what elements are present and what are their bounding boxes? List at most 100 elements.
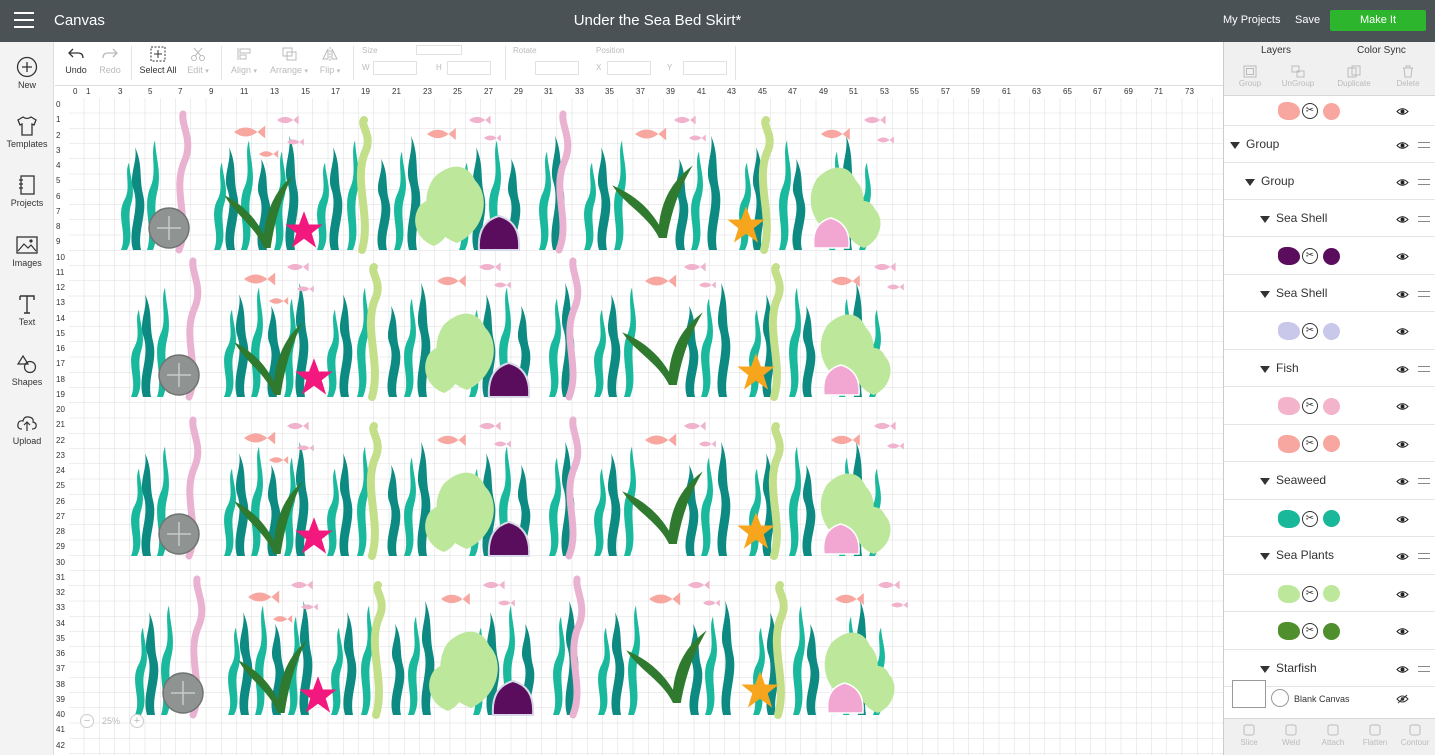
layer-item-row[interactable]: ✂ [1224,387,1435,425]
drag-handle-icon[interactable] [1418,665,1430,672]
layer-color-swatch[interactable] [1323,510,1340,527]
layer-item-row[interactable]: ✂ [1224,500,1435,537]
duplicate-button[interactable]: Duplicate [1332,65,1376,88]
sidebar-item-shapes[interactable]: Shapes [0,353,54,387]
collapse-triangle-icon[interactable] [1260,365,1270,373]
blank-canvas-color[interactable] [1271,689,1289,707]
collapse-triangle-icon[interactable] [1260,290,1270,298]
layer-color-swatch[interactable] [1323,322,1340,340]
layer-group-row[interactable]: Sea Shell [1224,200,1435,237]
eye-visible-icon[interactable] [1396,215,1409,224]
select-all-button[interactable]: Select All [137,46,179,75]
eye-visible-icon[interactable] [1396,440,1409,449]
eye-visible-icon[interactable] [1396,178,1409,187]
cut-operation-icon[interactable]: ✂ [1302,248,1318,264]
edit-dropdown[interactable]: Edit ▾ [183,46,213,75]
eye-visible-icon[interactable] [1396,477,1409,486]
arrange-dropdown[interactable]: Arrange ▾ [267,46,311,75]
cut-operation-icon[interactable]: ✂ [1302,510,1318,527]
tab-layers[interactable]: Layers [1261,45,1291,56]
collapse-triangle-icon[interactable] [1260,478,1270,485]
drag-handle-icon[interactable] [1418,178,1430,185]
width-input[interactable] [373,61,417,75]
cut-operation-icon[interactable]: ✂ [1302,585,1318,602]
align-dropdown[interactable]: Align ▾ [227,46,261,75]
my-projects-link[interactable]: My Projects [1223,14,1280,26]
eye-visible-icon[interactable] [1396,290,1409,299]
layer-group-row[interactable]: Group [1224,126,1435,163]
eye-visible-icon[interactable] [1396,665,1409,674]
eye-visible-icon[interactable] [1396,107,1409,116]
layer-color-swatch[interactable] [1323,435,1340,452]
collapse-triangle-icon[interactable] [1230,141,1240,149]
zoom-out-button[interactable]: − [80,714,94,728]
layer-item-row[interactable]: ✂ [1224,425,1435,462]
eye-visible-icon[interactable] [1396,515,1409,524]
eye-visible-icon[interactable] [1396,365,1409,374]
eye-visible-icon[interactable] [1396,402,1409,411]
layer-color-swatch[interactable] [1323,397,1340,415]
layer-group-row[interactable]: Fish [1224,350,1435,387]
sidebar-item-projects[interactable]: Projects [0,174,54,208]
drag-handle-icon[interactable] [1418,478,1430,484]
eye-visible-icon[interactable] [1396,590,1409,599]
rotate-input[interactable] [535,61,579,75]
lock-aspect-toggle[interactable] [416,45,462,55]
eye-visible-icon[interactable] [1396,627,1409,636]
eye-visible-icon[interactable] [1396,252,1409,261]
delete-button[interactable]: Delete [1388,65,1428,88]
height-input[interactable] [447,61,491,75]
redo-button[interactable]: Redo [95,46,125,75]
tool-flatten-button[interactable]: Flatten [1356,723,1394,747]
eye-hidden-icon[interactable] [1396,694,1409,704]
layer-group-row[interactable]: Seaweed [1224,462,1435,500]
collapse-triangle-icon[interactable] [1245,178,1255,186]
sidebar-item-templates[interactable]: Templates [0,115,54,149]
layer-group-row[interactable]: Sea Shell [1224,275,1435,312]
layer-item-row[interactable]: ✂ [1224,312,1435,350]
sidebar-item-new[interactable]: New [0,56,54,90]
tool-attach-button[interactable]: Attach [1314,723,1352,747]
layer-group-row[interactable]: Group [1224,163,1435,200]
layer-group-row[interactable]: Sea Plants [1224,537,1435,575]
x-position-input[interactable] [607,61,651,75]
layer-item-row[interactable]: ✂ [1224,237,1435,275]
make-it-button[interactable]: Make It [1330,10,1426,31]
layer-item-row[interactable]: ✂ [1224,575,1435,612]
collapse-triangle-icon[interactable] [1260,665,1270,673]
tool-contour-button[interactable]: Contour [1396,723,1434,747]
undo-button[interactable]: Undo [61,46,91,75]
eye-visible-icon[interactable] [1396,327,1409,336]
drag-handle-icon[interactable] [1418,365,1430,372]
zoom-in-button[interactable]: + [130,714,144,728]
layer-color-swatch[interactable] [1323,622,1340,640]
layer-color-swatch[interactable] [1323,102,1340,120]
tool-slice-button[interactable]: Slice [1230,723,1268,747]
drag-handle-icon[interactable] [1418,141,1430,148]
group-button[interactable]: Group [1230,65,1270,88]
sidebar-item-images[interactable]: Images [0,234,54,268]
flip-dropdown[interactable]: Flip ▾ [315,46,345,75]
tab-color-sync[interactable]: Color Sync [1357,45,1406,56]
collapse-triangle-icon[interactable] [1260,553,1270,560]
design-canvas[interactable] [69,98,1223,755]
tool-weld-button[interactable]: Weld [1272,723,1310,747]
drag-handle-icon[interactable] [1418,553,1430,559]
blank-canvas-swatch[interactable] [1232,680,1266,708]
canvas-grid[interactable] [69,98,1223,755]
cut-operation-icon[interactable]: ✂ [1302,623,1318,639]
eye-visible-icon[interactable] [1396,141,1409,150]
ungroup-button[interactable]: UnGroup [1276,65,1320,88]
cut-operation-icon[interactable]: ✂ [1302,103,1318,119]
drag-handle-icon[interactable] [1418,215,1430,222]
sidebar-item-text[interactable]: Text [0,293,54,327]
layer-item-row[interactable]: ✂ [1224,96,1435,126]
sidebar-item-upload[interactable]: Upload [0,412,54,446]
layer-color-swatch[interactable] [1323,585,1340,602]
cut-operation-icon[interactable]: ✂ [1302,323,1318,339]
save-button[interactable]: Save [1295,14,1320,26]
cut-operation-icon[interactable]: ✂ [1302,435,1318,452]
eye-visible-icon[interactable] [1396,552,1409,561]
layer-color-swatch[interactable] [1323,247,1340,265]
collapse-triangle-icon[interactable] [1260,215,1270,223]
